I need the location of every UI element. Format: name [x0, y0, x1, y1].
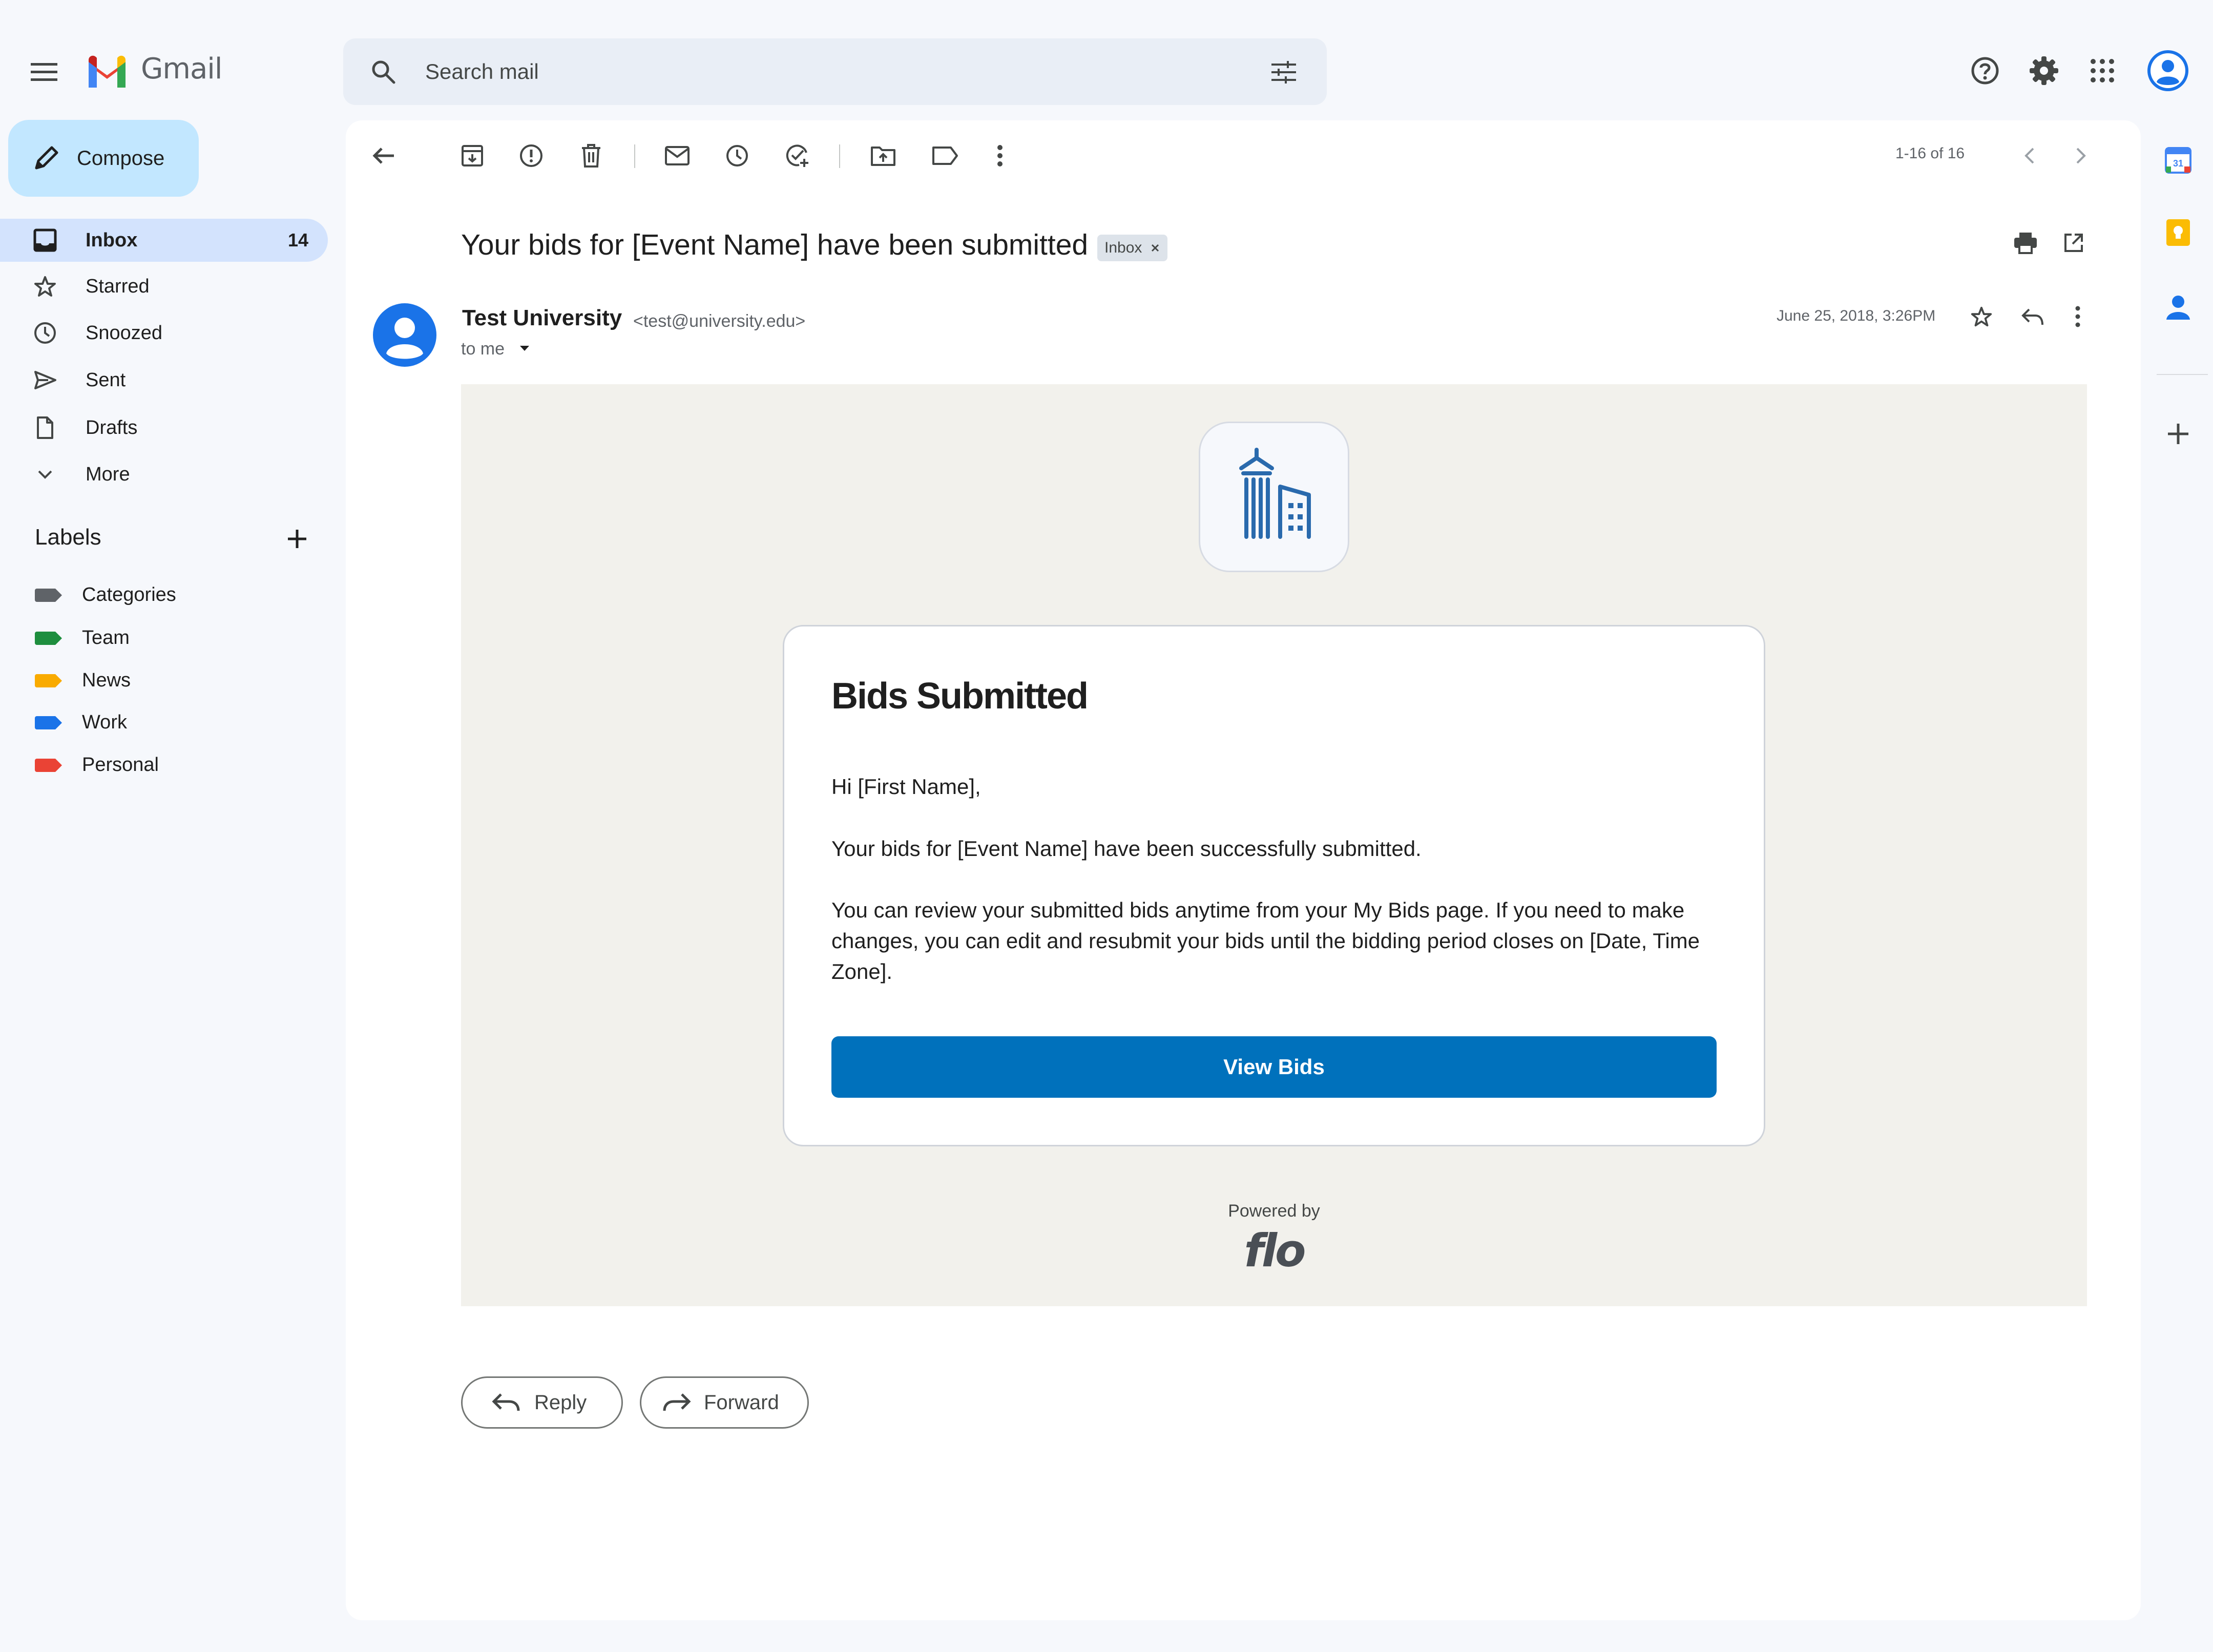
sender-avatar[interactable] [372, 302, 437, 368]
inbox-chip-label: Inbox [1104, 239, 1142, 256]
compose-button[interactable]: Compose [8, 120, 199, 197]
add-label-icon[interactable] [283, 525, 311, 553]
star-icon[interactable] [1967, 302, 1996, 331]
label-item-news[interactable]: News [0, 662, 328, 698]
snooze-icon[interactable] [721, 139, 754, 172]
label-tag-icon [35, 632, 62, 645]
label-tag-icon [35, 716, 62, 729]
toolbar-divider [634, 144, 635, 168]
send-icon [33, 368, 57, 392]
card-title: Bids Submitted [831, 676, 1089, 717]
help-icon[interactable] [1969, 54, 2001, 87]
apps-grid-icon[interactable] [2086, 54, 2119, 87]
reply-button[interactable]: Reply [461, 1376, 623, 1429]
calendar-icon[interactable]: 31 [2163, 145, 2194, 176]
sidebar-item-more[interactable]: More [0, 453, 328, 496]
unread-count-badge: 14 [287, 229, 308, 250]
sidebar-item-inbox[interactable]: Inbox 14 [0, 219, 328, 262]
forward-label: Forward [704, 1391, 779, 1414]
close-icon[interactable] [1150, 243, 1160, 253]
reply-icon [491, 1391, 521, 1414]
sidebar-item-starred[interactable]: Starred [0, 265, 328, 308]
reply-icon[interactable] [2018, 302, 2047, 331]
inbox-label-chip[interactable]: Inbox [1097, 235, 1168, 261]
chevron-down-icon [33, 462, 57, 487]
view-bids-button[interactable]: View Bids [831, 1036, 1717, 1098]
svg-text:31: 31 [2173, 158, 2183, 169]
add-addon-icon[interactable] [2163, 419, 2194, 449]
open-in-new-window-icon[interactable] [2059, 228, 2088, 257]
sender-name[interactable]: Test University [462, 305, 622, 331]
greeting-text: Hi [First Name], [831, 775, 981, 799]
more-vert-icon[interactable] [984, 139, 1016, 172]
caret-down-icon[interactable] [519, 345, 532, 355]
label-tag-icon [35, 589, 62, 602]
recipient-label: to me [461, 339, 505, 359]
pagination-label: 1-16 of 16 [1895, 145, 1965, 162]
forward-icon [662, 1391, 692, 1414]
sidebar-item-snoozed[interactable]: Snoozed [0, 311, 328, 354]
rail-divider [2157, 374, 2208, 375]
message-subject: Your bids for [Event Name] have been sub… [461, 228, 1089, 261]
mark-unread-icon[interactable] [661, 139, 694, 172]
pencil-icon [31, 143, 61, 174]
keep-icon[interactable] [2163, 217, 2194, 248]
chevron-left-icon[interactable] [2013, 139, 2046, 172]
label-item-categories[interactable]: Categories [0, 577, 328, 613]
contacts-icon[interactable] [2163, 292, 2194, 323]
search-options-icon[interactable] [1269, 58, 1298, 87]
compose-label: Compose [77, 147, 165, 170]
archive-icon[interactable] [456, 139, 489, 172]
labels-heading: Labels [35, 525, 101, 550]
message-date: June 25, 2018, 3:26PM [1777, 307, 1936, 324]
label-tag-icon [35, 674, 62, 687]
powered-by-text: Powered by [1228, 1201, 1320, 1221]
gmail-wordmark: Gmail [141, 52, 222, 86]
more-vert-icon[interactable] [2063, 302, 2092, 331]
account-avatar[interactable] [2146, 49, 2189, 92]
recipient-details[interactable]: to me [461, 339, 532, 359]
building-logo-icon [1199, 422, 1349, 572]
label-item-team[interactable]: Team [0, 620, 328, 656]
instructions-text: You can review your submitted bids anyti… [831, 898, 1700, 984]
settings-gear-icon[interactable] [2028, 54, 2060, 87]
label-item-work[interactable]: Work [0, 704, 328, 740]
sender-email: <test@university.edu> [633, 311, 806, 331]
star-icon [33, 274, 57, 299]
report-spam-icon[interactable] [515, 139, 548, 172]
delete-icon[interactable] [575, 139, 608, 172]
print-icon[interactable] [2011, 228, 2040, 257]
move-to-icon[interactable] [867, 139, 900, 172]
draft-icon [33, 415, 57, 440]
search-bar[interactable] [343, 38, 1327, 105]
label-icon[interactable] [929, 139, 962, 172]
forward-button[interactable]: Forward [640, 1376, 809, 1429]
sidebar-item-sent[interactable]: Sent [0, 359, 328, 402]
search-input[interactable] [425, 38, 1194, 105]
inbox-icon [33, 228, 57, 253]
add-task-icon[interactable] [781, 139, 813, 172]
sidebar-item-drafts[interactable]: Drafts [0, 406, 328, 449]
label-tag-icon [35, 759, 62, 772]
back-arrow-icon[interactable] [367, 139, 400, 172]
clock-icon [33, 321, 57, 345]
label-item-personal[interactable]: Personal [0, 747, 328, 783]
chevron-right-icon[interactable] [2064, 139, 2097, 172]
main-menu-icon[interactable] [26, 53, 62, 90]
gmail-logo-icon[interactable] [84, 53, 130, 89]
flo-logo[interactable]: flo [1235, 1224, 1313, 1277]
confirmation-text: Your bids for [Event Name] have been suc… [831, 837, 1422, 861]
search-icon[interactable] [369, 57, 398, 86]
reply-label: Reply [534, 1391, 587, 1414]
toolbar-divider [839, 144, 840, 168]
